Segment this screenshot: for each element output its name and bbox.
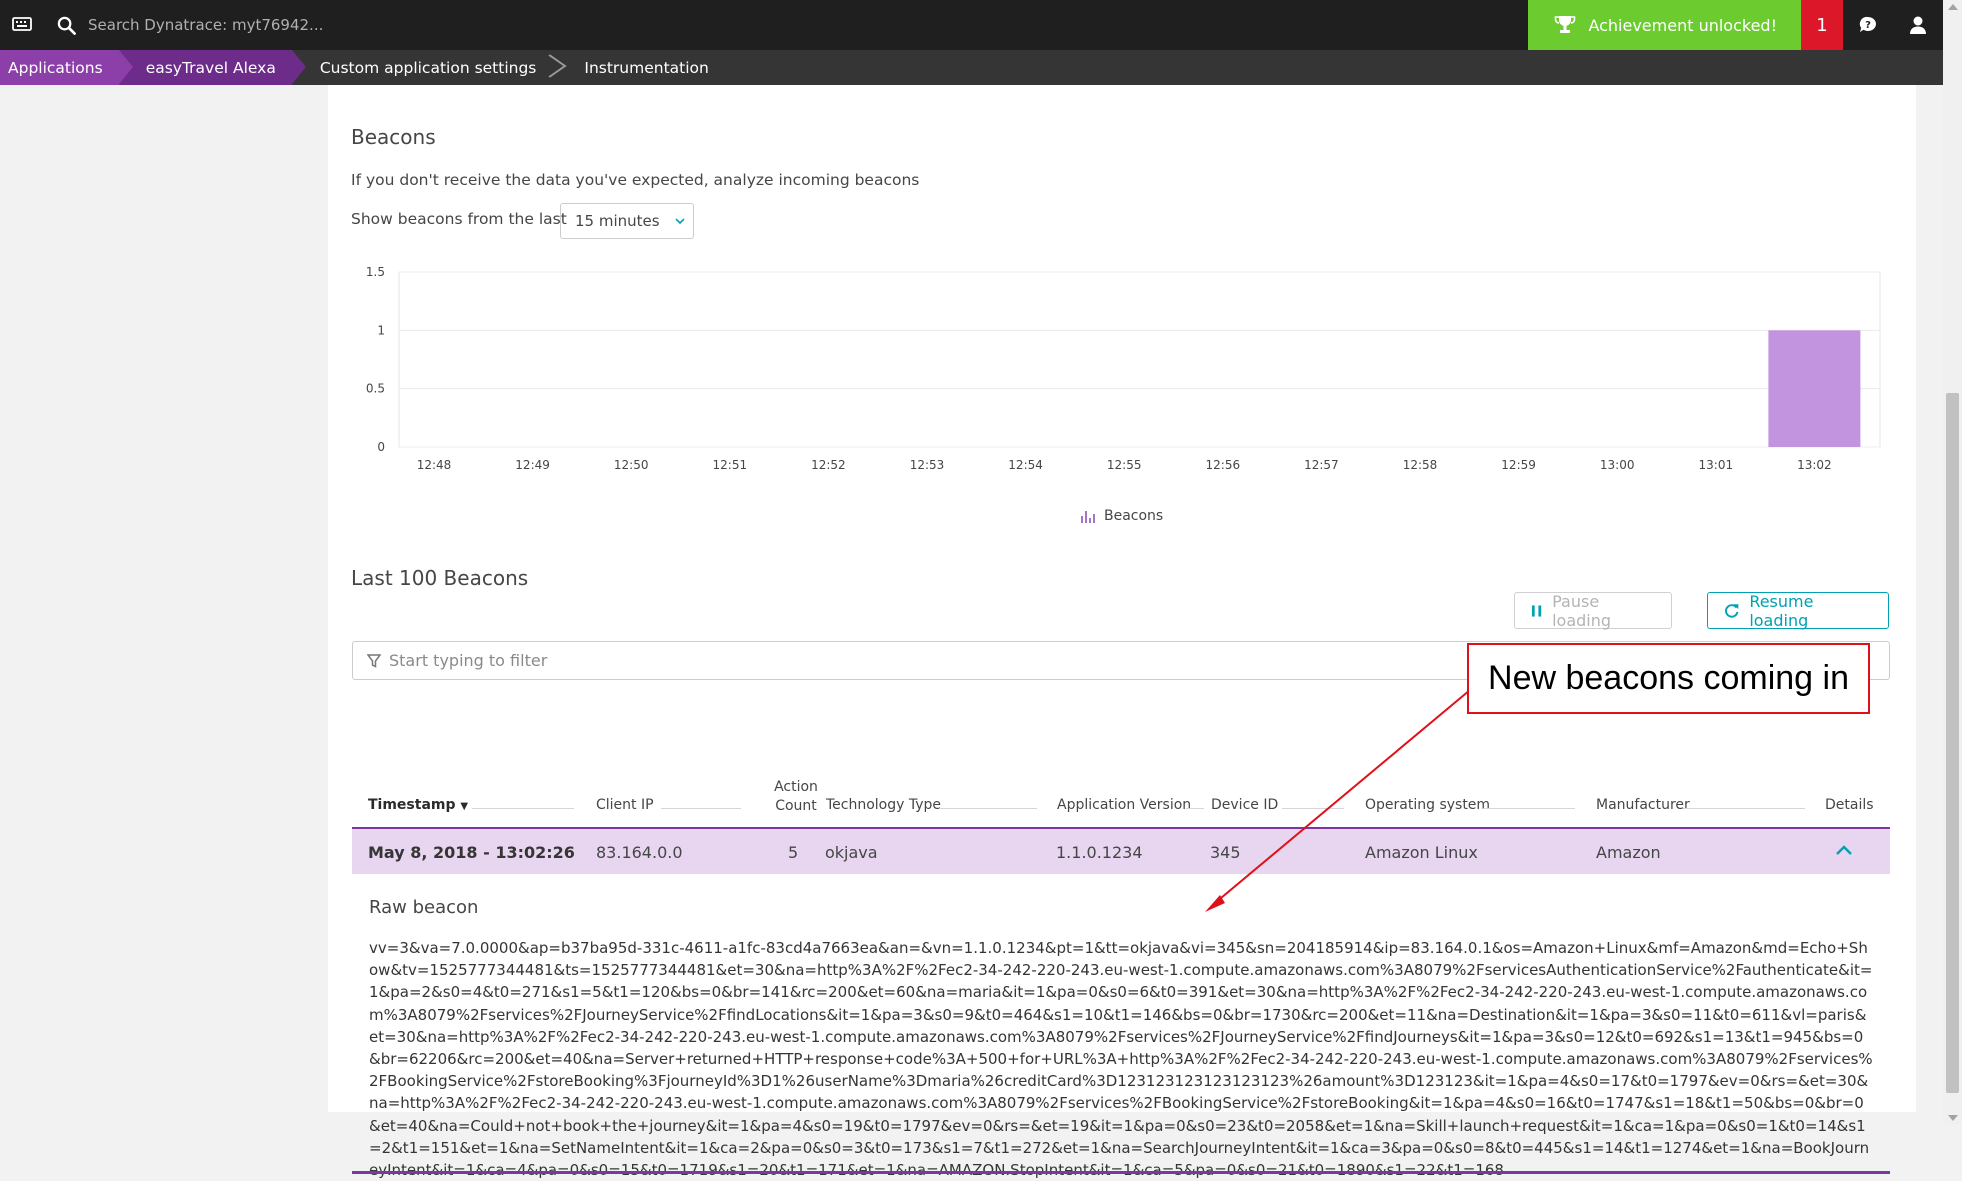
x-tick-label: 12:49 <box>515 458 550 472</box>
row-os: Amazon Linux <box>1365 843 1478 862</box>
beacons-description: If you don't receive the data you've exp… <box>351 171 920 189</box>
notification-badge[interactable]: 1 <box>1801 0 1843 50</box>
header-divider <box>661 808 741 809</box>
header-divider <box>939 808 1037 809</box>
user-button[interactable] <box>1893 0 1943 50</box>
raw-beacon-title: Raw beacon <box>369 897 479 918</box>
header-divider <box>1683 808 1805 809</box>
column-header-details: Details <box>1825 797 1874 813</box>
resume-loading-button[interactable]: Resume loading <box>1707 591 1889 630</box>
action-header-line1: Action <box>774 779 818 795</box>
y-tick-label: 1 <box>377 323 385 337</box>
breadcrumb-application[interactable]: easyTravel Alexa <box>118 50 306 85</box>
raw-beacon-text: vv=3&va=7.0.0000&ap=b37ba95d-331c-4611-a… <box>369 939 1873 1179</box>
legend-label-beacons: Beacons <box>1104 508 1164 524</box>
last-beacons-title: Last 100 Beacons <box>351 566 529 590</box>
filter-placeholder: Start typing to filter <box>389 651 548 670</box>
table-row[interactable]: May 8, 2018 - 13:02:26 83.164.0.0 5 okja… <box>352 827 1890 874</box>
chevron-down-icon <box>675 218 685 225</box>
y-tick-label: 0.5 <box>366 382 385 396</box>
row-manufacturer: Amazon <box>1596 843 1661 862</box>
plot-area <box>398 271 1881 448</box>
user-icon <box>1910 16 1926 34</box>
scroll-down-icon[interactable] <box>1948 1115 1958 1121</box>
breadcrumb-custom-settings[interactable]: Custom application settings <box>292 50 557 85</box>
resume-loading-label: Resume loading <box>1749 591 1814 630</box>
timestamp-header-label: Timestamp <box>368 797 456 813</box>
time-range-value: 15 minutes <box>575 212 660 230</box>
header-divider <box>1483 808 1575 809</box>
show-beacons-label: Show beacons from the last <box>351 210 567 228</box>
chart-legend[interactable]: Beacons <box>1080 508 1163 524</box>
row-technology-type: okjava <box>825 843 878 862</box>
x-tick-label: 13:01 <box>1699 458 1734 472</box>
breadcrumb: Applications easyTravel Alexa Custom app… <box>0 50 1943 85</box>
header-divider <box>1186 808 1204 809</box>
top-bar: Search Dynatrace: myt76942... Achievemen… <box>0 0 1943 50</box>
x-tick-label: 12:54 <box>1008 458 1043 472</box>
scroll-up-icon[interactable] <box>1948 4 1958 10</box>
achievement-button[interactable]: Achievement unlocked! <box>1528 0 1801 50</box>
bar-chart-icon <box>1081 511 1095 523</box>
trophy-icon <box>1555 16 1576 33</box>
x-tick-label: 12:52 <box>811 458 846 472</box>
x-tick-label: 12:50 <box>614 458 649 472</box>
x-tick-label: 12:51 <box>713 458 748 472</box>
x-tick-label: 12:48 <box>417 458 452 472</box>
menu-icon <box>12 17 32 31</box>
column-header-timestamp[interactable]: Timestamp ▼ <box>368 797 468 813</box>
sort-desc-icon: ▼ <box>460 801 469 812</box>
svg-text:?: ? <box>1865 20 1871 31</box>
x-tick-label: 12:53 <box>910 458 945 472</box>
instrumentation-card: Beacons If you don't receive the data yo… <box>328 85 1916 1179</box>
achievement-label: Achievement unlocked! <box>1588 15 1777 35</box>
column-header-os[interactable]: Operating system <box>1365 797 1490 813</box>
beacons-chart: 0 0.5 1 1.5 12:48 12:49 12:50 12:51 12:52 12:53 12… <box>366 265 1881 472</box>
page-scrollbar[interactable] <box>1943 0 1962 1125</box>
row-device-id: 345 <box>1210 843 1241 862</box>
pause-loading-button[interactable]: Pause loading <box>1514 591 1672 630</box>
pause-icon <box>1531 604 1542 617</box>
search-input[interactable]: Search Dynatrace: myt76942... <box>88 16 323 34</box>
x-tick-label: 12:57 <box>1304 458 1339 472</box>
y-tick-label: 0 <box>377 440 385 454</box>
y-tick-label: 1.5 <box>366 265 385 279</box>
column-header-technology-type[interactable]: Technology Type <box>826 797 941 813</box>
row-client-ip: 83.164.0.0 <box>596 843 683 862</box>
chat-icon: ? <box>1859 16 1876 32</box>
pause-loading-label: Pause loading <box>1552 591 1612 630</box>
column-header-manufacturer[interactable]: Manufacturer <box>1596 797 1690 813</box>
row-details-divider <box>352 1171 1890 1174</box>
x-tick-label: 12:55 <box>1107 458 1142 472</box>
row-action-count: 5 <box>788 843 799 862</box>
filter-icon <box>367 653 381 668</box>
refresh-icon <box>1725 603 1739 618</box>
x-tick-label: 13:00 <box>1600 458 1635 472</box>
action-header-line2: Count <box>775 798 817 814</box>
x-tick-label: 12:59 <box>1501 458 1536 472</box>
time-range-select[interactable]: 15 minutes <box>560 203 694 239</box>
header-divider <box>1282 808 1344 809</box>
header-divider <box>472 808 574 809</box>
x-tick-label: 12:56 <box>1206 458 1241 472</box>
x-tick-label: 12:58 <box>1403 458 1438 472</box>
column-header-app-version[interactable]: Application Version <box>1057 797 1191 813</box>
scroll-thumb[interactable] <box>1946 393 1959 1093</box>
beacons-title: Beacons <box>351 125 436 149</box>
menu-button[interactable] <box>0 0 44 50</box>
column-header-client-ip[interactable]: Client IP <box>596 797 654 813</box>
breadcrumb-instrumentation[interactable]: Instrumentation <box>556 50 728 85</box>
chevron-up-icon[interactable] <box>1835 844 1853 856</box>
row-timestamp: May 8, 2018 - 13:02:26 <box>368 843 575 862</box>
row-app-version: 1.1.0.1234 <box>1056 843 1143 862</box>
column-header-action-count[interactable]: Action Count <box>767 778 825 816</box>
annotation-callout: New beacons coming in <box>1467 643 1870 714</box>
search-icon <box>57 16 76 35</box>
search-button[interactable] <box>44 0 88 50</box>
column-header-device-id[interactable]: Device ID <box>1211 797 1278 813</box>
bar-beacons[interactable] <box>1768 330 1861 447</box>
chat-button[interactable]: ? <box>1843 0 1893 50</box>
x-tick-label: 13:02 <box>1797 458 1832 472</box>
breadcrumb-applications[interactable]: Applications <box>0 50 133 85</box>
